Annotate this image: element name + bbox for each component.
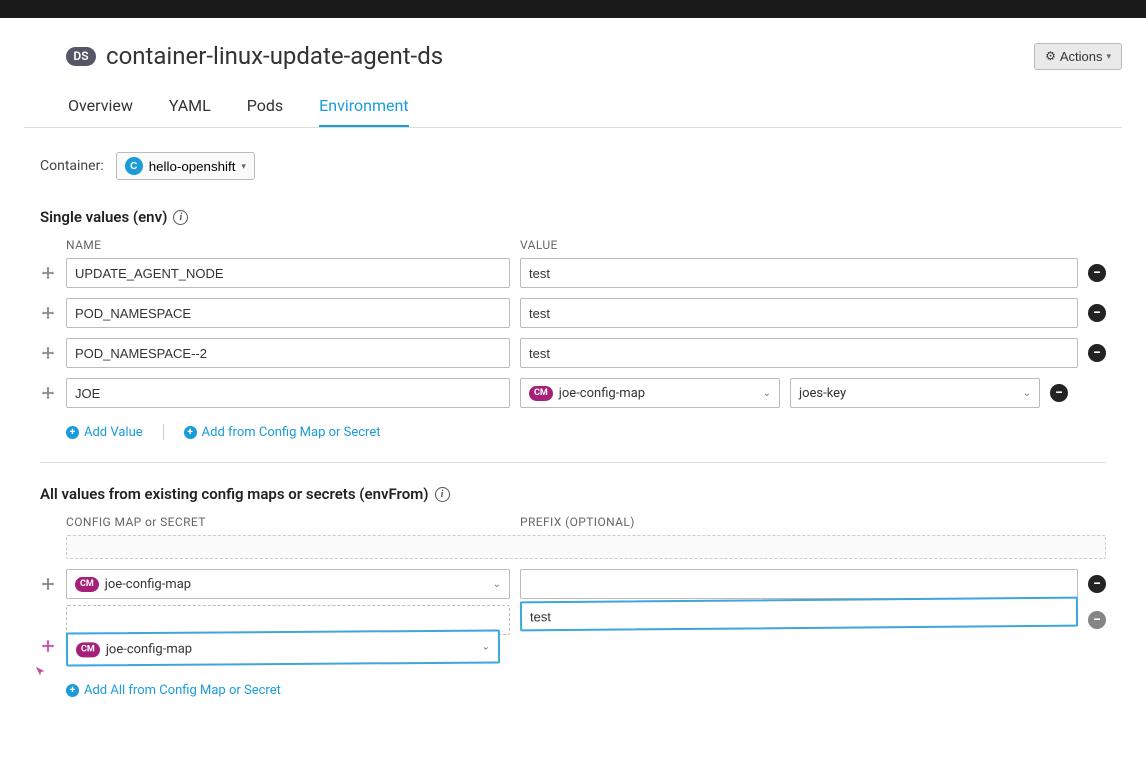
envfrom-prefix-input[interactable] (520, 569, 1078, 599)
env-col-name: NAME (66, 238, 520, 252)
container-select[interactable]: C hello-openshift ▾ (116, 152, 255, 180)
env-name-input[interactable] (66, 378, 510, 408)
configmap-key-select[interactable]: joes-key ⌄ (790, 378, 1040, 408)
chevron-down-icon: ▾ (241, 161, 246, 172)
env-name-input[interactable] (66, 258, 510, 288)
env-value-input[interactable] (520, 338, 1078, 368)
section-divider (40, 462, 1106, 463)
chevron-down-icon: ▾ (1106, 51, 1111, 62)
remove-row-button[interactable]: − (1088, 344, 1106, 362)
envfrom-configmap-select[interactable]: CM joe-config-map ⌄ (66, 569, 510, 599)
envfrom-section-title: All values from existing config maps or … (40, 485, 1106, 503)
env-row: − (40, 338, 1106, 368)
configmap-name: joe-config-map (559, 386, 645, 401)
drag-handle-icon[interactable] (40, 577, 56, 591)
env-value-input[interactable] (520, 258, 1078, 288)
envfrom-col-cm: CONFIG MAP or SECRET (66, 515, 520, 529)
envfrom-prefix-input[interactable] (520, 597, 1078, 632)
plus-icon: + (66, 684, 79, 697)
remove-row-button[interactable]: − (1088, 304, 1106, 322)
info-icon[interactable]: i (173, 210, 188, 225)
configmap-name: joe-config-map (105, 577, 191, 592)
add-from-cm-button[interactable]: + Add from Config Map or Secret (184, 425, 381, 440)
env-name-input[interactable] (66, 298, 510, 328)
page-header: DS container-linux-update-agent-ds ⚙ Act… (24, 18, 1122, 88)
tab-pods[interactable]: Pods (247, 88, 283, 127)
plus-icon: + (184, 426, 197, 439)
gear-icon: ⚙ (1045, 49, 1056, 63)
info-icon[interactable]: i (435, 487, 450, 502)
add-value-button[interactable]: + Add Value (66, 425, 143, 440)
drag-handle-icon[interactable] (40, 346, 56, 360)
remove-row-button[interactable]: − (1050, 384, 1068, 402)
remove-row-button[interactable]: − (1088, 575, 1106, 593)
tab-environment[interactable]: Environment (319, 88, 408, 127)
chevron-down-icon: ⌄ (763, 388, 771, 399)
env-row: − (40, 258, 1106, 288)
daemonset-badge: DS (66, 47, 96, 66)
configmap-key: joes-key (799, 386, 846, 401)
container-badge-icon: C (125, 157, 143, 175)
configmap-badge-icon: CM (75, 577, 99, 592)
drag-handle-icon[interactable] (40, 266, 56, 280)
drop-target-placeholder (66, 535, 1106, 559)
env-rows: − − − (40, 258, 1106, 408)
remove-row-button[interactable]: − (1088, 611, 1106, 629)
remove-row-button[interactable]: − (1088, 264, 1106, 282)
tab-bar: Overview YAML Pods Environment (24, 88, 1122, 128)
chevron-down-icon: ⌄ (1023, 388, 1031, 399)
envfrom-row: CM joe-config-map ⌄ − (40, 569, 1106, 599)
actions-label: Actions (1060, 49, 1103, 64)
plus-icon: + (66, 426, 79, 439)
env-row: CM joe-config-map ⌄ joes-key ⌄ − (40, 378, 1106, 408)
page-title: container-linux-update-agent-ds (106, 42, 443, 70)
env-section-title: Single values (env) i (40, 208, 1106, 226)
configmap-badge-icon: CM (529, 386, 553, 401)
env-value-input[interactable] (520, 298, 1078, 328)
envfrom-row-dragging: CM joe-config-map ⌄ (40, 629, 1106, 663)
vertical-divider (163, 424, 164, 440)
tab-overview[interactable]: Overview (68, 88, 133, 127)
actions-menu-button[interactable]: ⚙ Actions ▾ (1034, 43, 1122, 70)
configmap-name: joe-config-map (106, 641, 192, 657)
container-label: Container: (40, 158, 104, 174)
drag-handle-icon[interactable] (40, 639, 56, 653)
env-name-input[interactable] (66, 338, 510, 368)
add-all-from-cm-button[interactable]: + Add All from Config Map or Secret (66, 683, 281, 698)
container-selected-value: hello-openshift (149, 159, 236, 174)
chevron-down-icon: ⌄ (493, 579, 501, 590)
chevron-down-icon: ⌄ (482, 641, 490, 652)
configmap-select[interactable]: CM joe-config-map ⌄ (520, 378, 780, 408)
envfrom-col-prefix: PREFIX (OPTIONAL) (520, 515, 1106, 529)
env-row: − (40, 298, 1106, 328)
tab-yaml[interactable]: YAML (169, 88, 211, 127)
drag-handle-icon[interactable] (40, 386, 56, 400)
configmap-badge-icon: CM (76, 642, 100, 657)
envfrom-configmap-select-dragging[interactable]: CM joe-config-map ⌄ (66, 629, 500, 666)
env-col-value: VALUE (520, 238, 1106, 252)
drag-handle-icon[interactable] (40, 306, 56, 320)
window-topbar (0, 0, 1146, 18)
